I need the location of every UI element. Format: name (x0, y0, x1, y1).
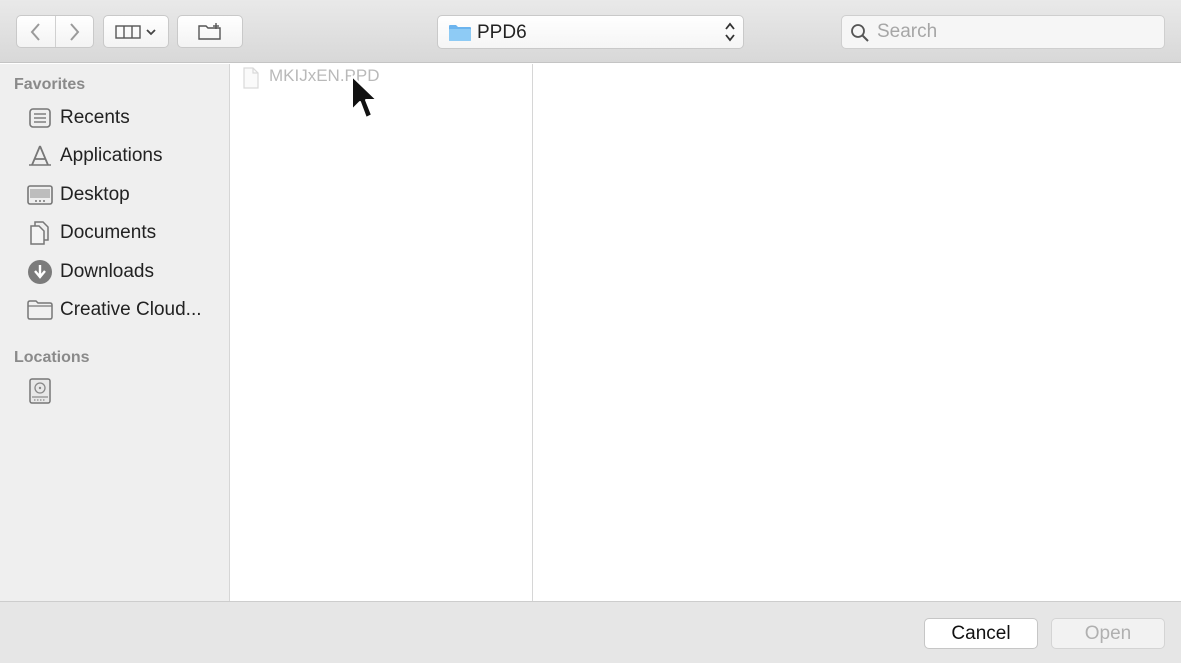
list-item[interactable]: MKIJxEN.PPD (231, 64, 532, 89)
folder-icon (449, 25, 471, 41)
footer-bar: Cancel Open (0, 601, 1181, 663)
sidebar-item-hard-drive[interactable] (0, 374, 229, 408)
path-popup-label: PPD6 (477, 22, 527, 43)
sidebar-item-documents[interactable]: Documents (0, 216, 229, 250)
preview-column (534, 64, 1181, 601)
downloads-icon (26, 258, 54, 286)
mouse-cursor-icon (351, 75, 378, 119)
sidebar-item-creative-cloud[interactable]: Creative Cloud... (0, 293, 229, 327)
column-view-icon (115, 24, 141, 39)
new-folder-button[interactable] (177, 15, 243, 48)
sidebar-item-label: Downloads (60, 261, 154, 282)
folder-icon (26, 296, 54, 324)
recents-icon (26, 104, 54, 132)
sidebar-item-label: Desktop (60, 184, 130, 205)
chevron-down-icon (146, 28, 156, 35)
sidebar-item-desktop[interactable]: Desktop (0, 178, 229, 212)
view-mode-button[interactable] (103, 15, 169, 48)
forward-button[interactable] (54, 16, 94, 47)
sidebar-item-label: Recents (60, 107, 130, 128)
path-popup[interactable]: PPD6 (437, 15, 744, 49)
chevron-right-icon (70, 22, 80, 41)
sidebar-item-label: Applications (60, 145, 163, 166)
sidebar-item-label: Documents (60, 222, 157, 243)
chevron-left-icon (30, 22, 40, 41)
search-input[interactable] (877, 20, 1157, 44)
sidebar-item-recents[interactable]: Recents (0, 101, 229, 135)
new-folder-icon (198, 22, 221, 40)
search-field (841, 15, 1165, 49)
toolbar: PPD6 (0, 0, 1181, 63)
locations-heading: Locations (14, 349, 90, 366)
document-icon (243, 67, 259, 89)
up-down-arrows-icon (725, 22, 735, 42)
applications-icon (26, 142, 54, 170)
sidebar-item-applications[interactable]: Applications (0, 139, 229, 173)
sidebar-item-label: Creative Cloud... (60, 299, 202, 320)
search-icon (851, 24, 869, 42)
file-column: MKIJxEN.PPD (231, 64, 533, 601)
sidebar: Favorites Recents Applications Desktop D… (0, 64, 230, 601)
back-button[interactable] (17, 16, 55, 47)
documents-icon (26, 219, 54, 247)
navigation-buttons (16, 15, 94, 48)
hard-drive-icon (26, 377, 54, 405)
sidebar-item-downloads[interactable]: Downloads (0, 255, 229, 289)
desktop-icon (26, 181, 54, 209)
favorites-heading: Favorites (14, 76, 86, 93)
cancel-button[interactable]: Cancel (924, 618, 1038, 649)
open-button[interactable]: Open (1051, 618, 1165, 649)
